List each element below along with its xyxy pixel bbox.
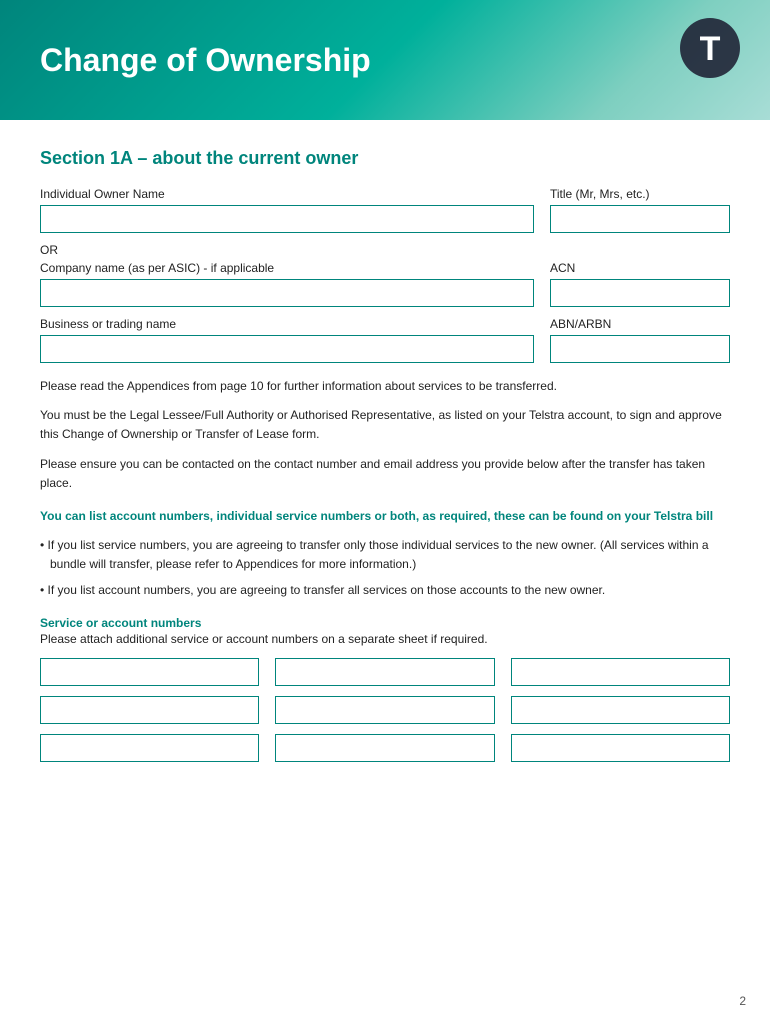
or-text: OR bbox=[40, 243, 730, 257]
page-number: 2 bbox=[739, 994, 746, 1008]
info-paragraphs: Please read the Appendices from page 10 … bbox=[40, 377, 730, 493]
trading-name-group: Business or trading name bbox=[40, 317, 534, 363]
bullets-block: • If you list service numbers, you are a… bbox=[40, 536, 730, 600]
service-input-2[interactable] bbox=[275, 658, 494, 686]
title-group: Title (Mr, Mrs, etc.) bbox=[550, 187, 730, 233]
company-name-input[interactable] bbox=[40, 279, 534, 307]
trading-name-row: Business or trading name ABN/ARBN bbox=[40, 317, 730, 363]
company-name-row: Company name (as per ASIC) - if applicab… bbox=[40, 261, 730, 307]
page: Change of Ownership T Section 1A – about… bbox=[0, 0, 770, 1024]
page-header: Change of Ownership T bbox=[0, 0, 770, 120]
acn-input[interactable] bbox=[550, 279, 730, 307]
service-input-7[interactable] bbox=[40, 734, 259, 762]
service-input-1[interactable] bbox=[40, 658, 259, 686]
page-title: Change of Ownership bbox=[40, 42, 371, 79]
service-numbers-grid bbox=[40, 658, 730, 762]
highlight-block: You can list account numbers, individual… bbox=[40, 507, 730, 526]
service-input-3[interactable] bbox=[511, 658, 730, 686]
title-input[interactable] bbox=[550, 205, 730, 233]
bullet-1: • If you list service numbers, you are a… bbox=[40, 536, 730, 574]
trading-name-input[interactable] bbox=[40, 335, 534, 363]
abn-input[interactable] bbox=[550, 335, 730, 363]
company-name-group: Company name (as per ASIC) - if applicab… bbox=[40, 261, 534, 307]
service-input-8[interactable] bbox=[275, 734, 494, 762]
service-input-6[interactable] bbox=[511, 696, 730, 724]
telstra-logo: T bbox=[680, 18, 740, 78]
trading-name-label: Business or trading name bbox=[40, 317, 534, 331]
service-section-title: Service or account numbers bbox=[40, 616, 730, 630]
individual-owner-input[interactable] bbox=[40, 205, 534, 233]
company-name-label: Company name (as per ASIC) - if applicab… bbox=[40, 261, 534, 275]
info-para-1: Please read the Appendices from page 10 … bbox=[40, 377, 730, 396]
abn-group: ABN/ARBN bbox=[550, 317, 730, 363]
individual-owner-group: Individual Owner Name bbox=[40, 187, 534, 233]
info-para-2: You must be the Legal Lessee/Full Author… bbox=[40, 406, 730, 444]
service-input-5[interactable] bbox=[275, 696, 494, 724]
info-para-3: Please ensure you can be contacted on th… bbox=[40, 455, 730, 493]
owner-name-row: Individual Owner Name Title (Mr, Mrs, et… bbox=[40, 187, 730, 233]
svg-text:T: T bbox=[700, 30, 721, 68]
individual-owner-label: Individual Owner Name bbox=[40, 187, 534, 201]
abn-label: ABN/ARBN bbox=[550, 317, 730, 331]
bullet-2: • If you list account numbers, you are a… bbox=[40, 581, 730, 600]
title-label: Title (Mr, Mrs, etc.) bbox=[550, 187, 730, 201]
acn-group: ACN bbox=[550, 261, 730, 307]
service-input-4[interactable] bbox=[40, 696, 259, 724]
highlight-text: You can list account numbers, individual… bbox=[40, 507, 730, 526]
section-1a-title: Section 1A – about the current owner bbox=[40, 148, 730, 169]
service-input-9[interactable] bbox=[511, 734, 730, 762]
page-content: Section 1A – about the current owner Ind… bbox=[0, 120, 770, 802]
acn-label: ACN bbox=[550, 261, 730, 275]
service-section: Service or account numbers Please attach… bbox=[40, 616, 730, 762]
service-section-subtitle: Please attach additional service or acco… bbox=[40, 632, 730, 646]
